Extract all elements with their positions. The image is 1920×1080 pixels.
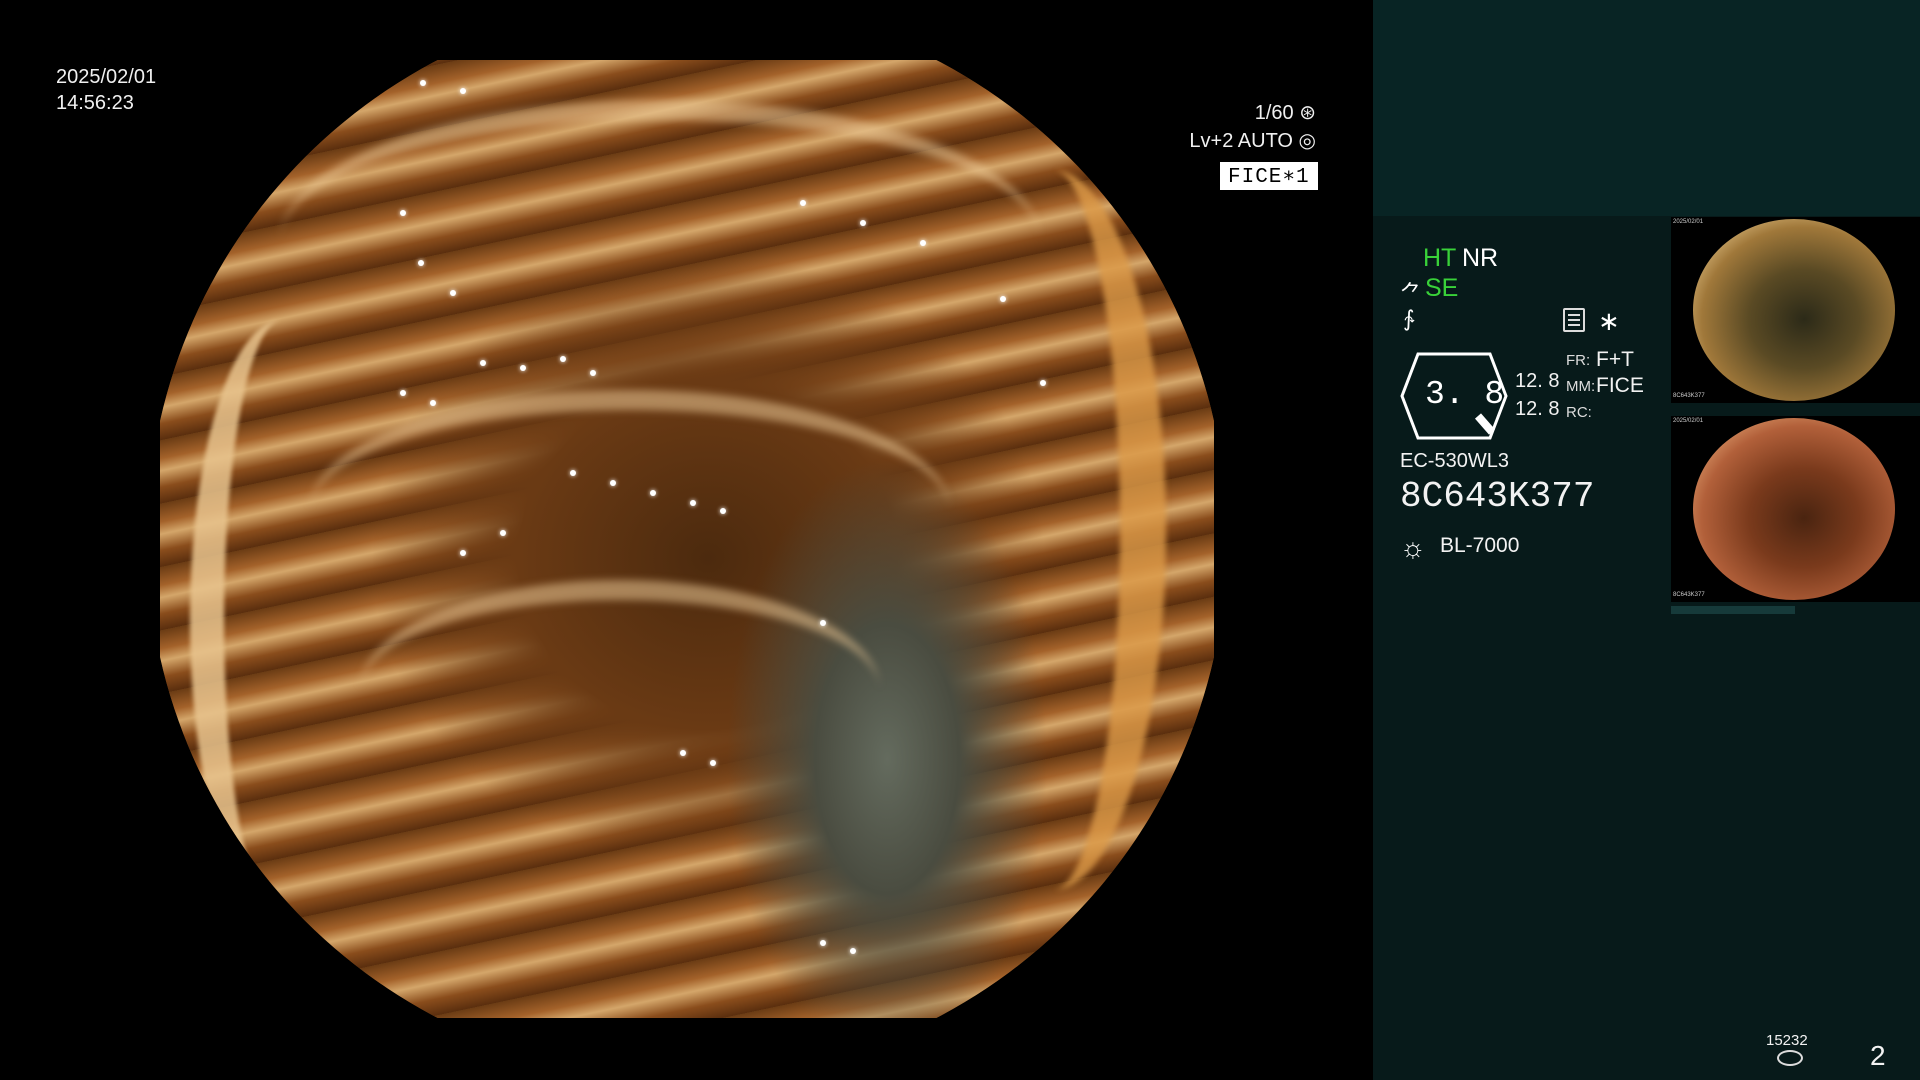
- fice-mode-badge: FICE∗1: [1220, 162, 1318, 190]
- thumbnail-endoscope-view: [1693, 219, 1895, 401]
- fr-label: FR:: [1566, 352, 1591, 369]
- shutter-text: 1/60: [1254, 102, 1294, 124]
- date-text: 2025/02/01: [56, 66, 157, 88]
- endoscope-image: [160, 60, 1214, 1018]
- disk-icon: [1777, 1050, 1803, 1066]
- image-count: 15232: [1766, 1032, 1808, 1049]
- light-source-icon: ☼: [1400, 532, 1426, 563]
- page-number: 2: [1870, 1040, 1886, 1071]
- thumbnail-image[interactable]: 2025/02/01 8C643K377: [1671, 416, 1920, 602]
- zoom-value: 3. 8: [1425, 376, 1505, 413]
- auto-iris-icon: ◎: [1298, 130, 1316, 152]
- scope-model: EC-530WL3: [1400, 450, 1509, 472]
- thumbnail-serial: 8C643K377: [1673, 592, 1705, 598]
- shutter-icon: ⊛: [1299, 102, 1316, 124]
- brightness-level: Lv+2 AUTO ◎: [1189, 128, 1316, 153]
- level-text: Lv+2 AUTO: [1189, 130, 1293, 152]
- scope-serial: 8C643K377: [1400, 476, 1595, 517]
- shutter-speed: 1/60 ⊛: [1255, 100, 1316, 125]
- memo-icon: [1563, 308, 1585, 332]
- mucosa-fold-left: [190, 320, 374, 920]
- thumbnail-date: 2025/02/01: [1673, 219, 1704, 225]
- time-text: 14:56:23: [56, 92, 134, 114]
- scope-icon: ⺈: [1400, 281, 1423, 306]
- nr-indicator: NR: [1462, 244, 1499, 272]
- wave-icon: ∱: [1403, 306, 1415, 331]
- thumbnail-indicator-bar: [1671, 606, 1795, 614]
- mucosa-fold: [280, 100, 1040, 380]
- asterisk-icon: ∗: [1598, 306, 1620, 336]
- thumbnail-date: 2025/02/01: [1673, 418, 1704, 424]
- ht-indicator: HT: [1423, 244, 1457, 272]
- mm-value: FICE: [1596, 374, 1644, 397]
- thumbnail-endoscope-view: [1693, 418, 1895, 600]
- thumbnail-serial: 8C643K377: [1673, 393, 1705, 399]
- panel-header-area: [1373, 0, 1920, 216]
- fr-value: F+T: [1596, 348, 1634, 371]
- thumbnail-image[interactable]: 2025/02/01 8C643K377: [1671, 217, 1920, 403]
- value-1: 12. 8: [1515, 370, 1560, 392]
- value-2: 12. 8: [1515, 398, 1560, 420]
- rc-label: RC:: [1566, 404, 1592, 421]
- light-source-model: BL-7000: [1440, 534, 1520, 557]
- timestamp: 2025/02/01 14:56:23: [56, 64, 156, 116]
- mm-label: MM:: [1566, 378, 1596, 395]
- se-indicator: SE: [1425, 274, 1459, 302]
- mucosa-fold: [360, 580, 880, 800]
